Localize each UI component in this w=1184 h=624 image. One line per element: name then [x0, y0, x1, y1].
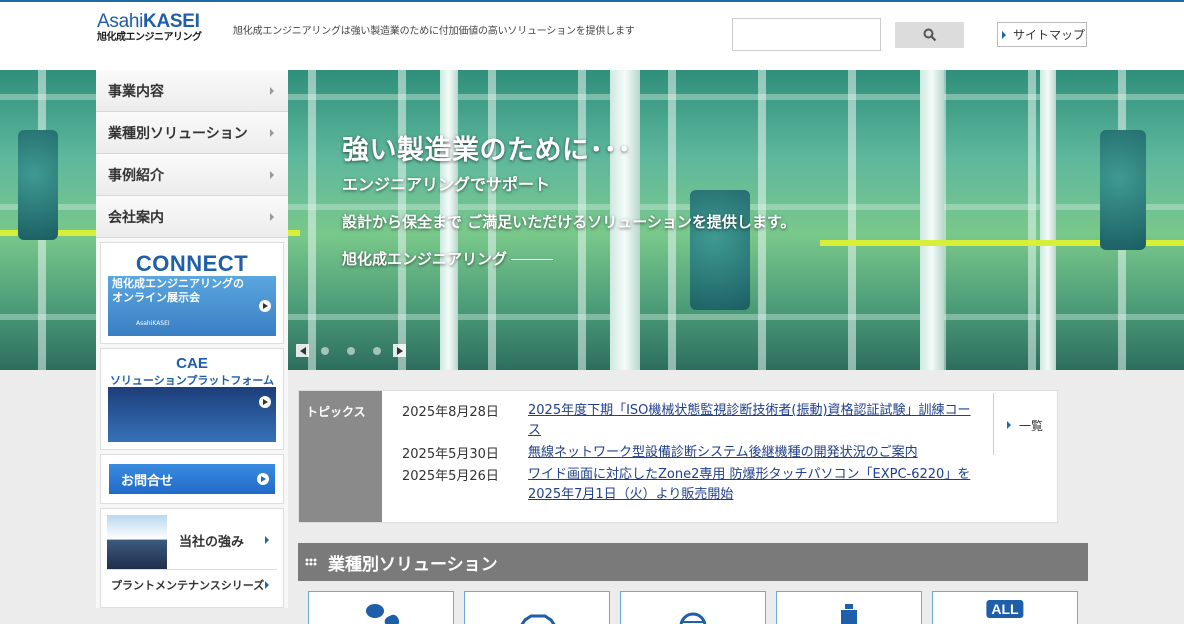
logo-wordmark: AsahiKASEI [97, 11, 200, 32]
news-title-link[interactable]: 2025年度下期「ISO機械状態監視診断技術者(振動)資格認証試験」訓練コース [528, 401, 972, 441]
news-title-link[interactable]: 無線ネットワーク型設備診断システム後継機種の開発状況のご案内 [528, 443, 972, 463]
hero-text: 強い製造業のために･･･ エンジニアリングでサポート 設計から保全まで ご満足い… [342, 128, 795, 269]
nav-item-label: 業種別ソリューション [108, 125, 248, 142]
hero-pipe [1040, 70, 1056, 370]
hero-pipe [920, 70, 944, 370]
solution-card-food[interactable] [620, 591, 766, 624]
solutions-title: 業種別ソリューション [328, 554, 498, 575]
divider [993, 393, 994, 455]
slider-next-button[interactable] [393, 344, 406, 357]
sitemap-link[interactable]: サイトマップ [997, 22, 1087, 47]
site-tagline: 旭化成エンジニアリングは強い製造業のために付加価値の高いソリューションを提供しま… [233, 26, 635, 37]
site-header: AsahiKASEI 旭化成エンジニアリング 旭化成エンジニアリングは強い製造業… [0, 0, 1184, 70]
topics-label: トピックス [299, 391, 382, 522]
news-date: 2025年5月30日 [402, 447, 499, 462]
cae-banner[interactable]: CAE ソリューションプラットフォーム [108, 356, 276, 442]
chevron-right-icon [270, 213, 274, 221]
connect-banner-box: CONNECT 旭化成エンジニアリングの オンライン展示会 AsahiKASEI [100, 242, 284, 344]
chevron-right-icon [270, 129, 274, 137]
engineer-photo [107, 515, 167, 569]
hero-company: 旭化成エンジニアリング [342, 248, 795, 269]
solution-card-pharma[interactable] [308, 591, 454, 624]
hero-subtitle: エンジニアリングでサポート [342, 175, 551, 194]
slider-controls [296, 344, 406, 357]
topics-all-link[interactable]: 一覧 [1007, 417, 1043, 434]
slider-dot[interactable] [347, 346, 355, 355]
connect-banner[interactable]: CONNECT 旭化成エンジニアリングの オンライン展示会 AsahiKASEI [108, 250, 276, 336]
hero-motor [18, 130, 58, 240]
nav-item-company[interactable]: 会社案内 [96, 196, 288, 238]
nav-item-case-studies[interactable]: 事例紹介 [96, 154, 288, 196]
cae-banner-box: CAE ソリューションプラットフォーム [100, 348, 284, 450]
slider-dot[interactable] [373, 346, 381, 355]
solutions-cards: ALL [308, 591, 1078, 624]
cae-subtitle: ソリューションプラットフォーム [109, 374, 275, 387]
connect-subtitle: 旭化成エンジニアリングの オンライン展示会 [112, 277, 244, 304]
play-icon [259, 300, 271, 312]
chevron-right-icon [396, 346, 403, 355]
slider-dot[interactable] [321, 346, 329, 355]
slider-prev-button[interactable] [296, 344, 309, 357]
news-date: 2025年8月28日 [402, 405, 499, 420]
grid-icon [305, 558, 317, 566]
helmet-icon [679, 612, 707, 624]
search-input[interactable] [732, 18, 881, 51]
nav-item-label: 事業内容 [108, 83, 164, 100]
news-title-link[interactable]: ワイド画面に対応したZone2専用 防爆形タッチパソコン「EXPC-6220」を… [528, 465, 972, 505]
logo-japanese-name: 旭化成エンジニアリング [97, 32, 202, 43]
cae-title: CAE [176, 356, 208, 372]
contact-box: お問合せ [100, 454, 284, 504]
chevron-right-icon [270, 171, 274, 179]
topics-panel: トピックス 2025年8月28日 2025年度下期「ISO機械状態監視診断技術者… [298, 390, 1058, 523]
solutions-header: 業種別ソリューション [298, 543, 1088, 581]
solution-card-automotive[interactable] [464, 591, 610, 624]
nav-item-label: 事例紹介 [108, 167, 164, 184]
solution-card-beverage[interactable] [776, 591, 922, 624]
chevron-right-icon [265, 581, 269, 589]
company-logo[interactable]: AsahiKASEI 旭化成エンジニアリング [97, 12, 202, 44]
hero-motor [1100, 130, 1146, 250]
strength-label: 当社の強み [179, 535, 245, 550]
plant-maintenance-link[interactable]: プラントメンテナンスシリーズ [107, 569, 277, 599]
solution-card-all[interactable]: ALL [932, 591, 1078, 624]
connect-logo: AsahiKASEI [136, 320, 170, 327]
search-icon [923, 28, 936, 42]
car-icon [520, 614, 556, 624]
hero-description: 設計から保全まで ご満足いただけるソリューションを提供します。 [342, 213, 796, 231]
strength-box[interactable]: 当社の強み プラントメンテナンスシリーズ [100, 508, 284, 608]
chevron-left-icon [299, 346, 306, 355]
search-button[interactable] [895, 22, 964, 48]
chevron-right-icon [270, 87, 274, 95]
pills-icon [366, 604, 400, 624]
nav-item-industry-solutions[interactable]: 業種別ソリューション [96, 112, 288, 154]
play-icon [257, 473, 269, 485]
play-icon [259, 396, 271, 408]
connect-title: CONNECT [135, 251, 249, 276]
news-date: 2025年5月26日 [402, 469, 499, 484]
all-icon: ALL [986, 600, 1024, 618]
left-sidebar: 事業内容 業種別ソリューション 事例紹介 会社案内 CONNECT 旭化成エンジ… [96, 70, 288, 608]
nav-item-label: 会社案内 [108, 209, 164, 226]
bottle-icon [841, 604, 857, 624]
chevron-right-icon [265, 536, 269, 544]
contact-button[interactable]: お問合せ [109, 464, 275, 494]
hero-title: 強い製造業のために･･･ [342, 135, 632, 166]
nav-item-business[interactable]: 事業内容 [96, 70, 288, 112]
